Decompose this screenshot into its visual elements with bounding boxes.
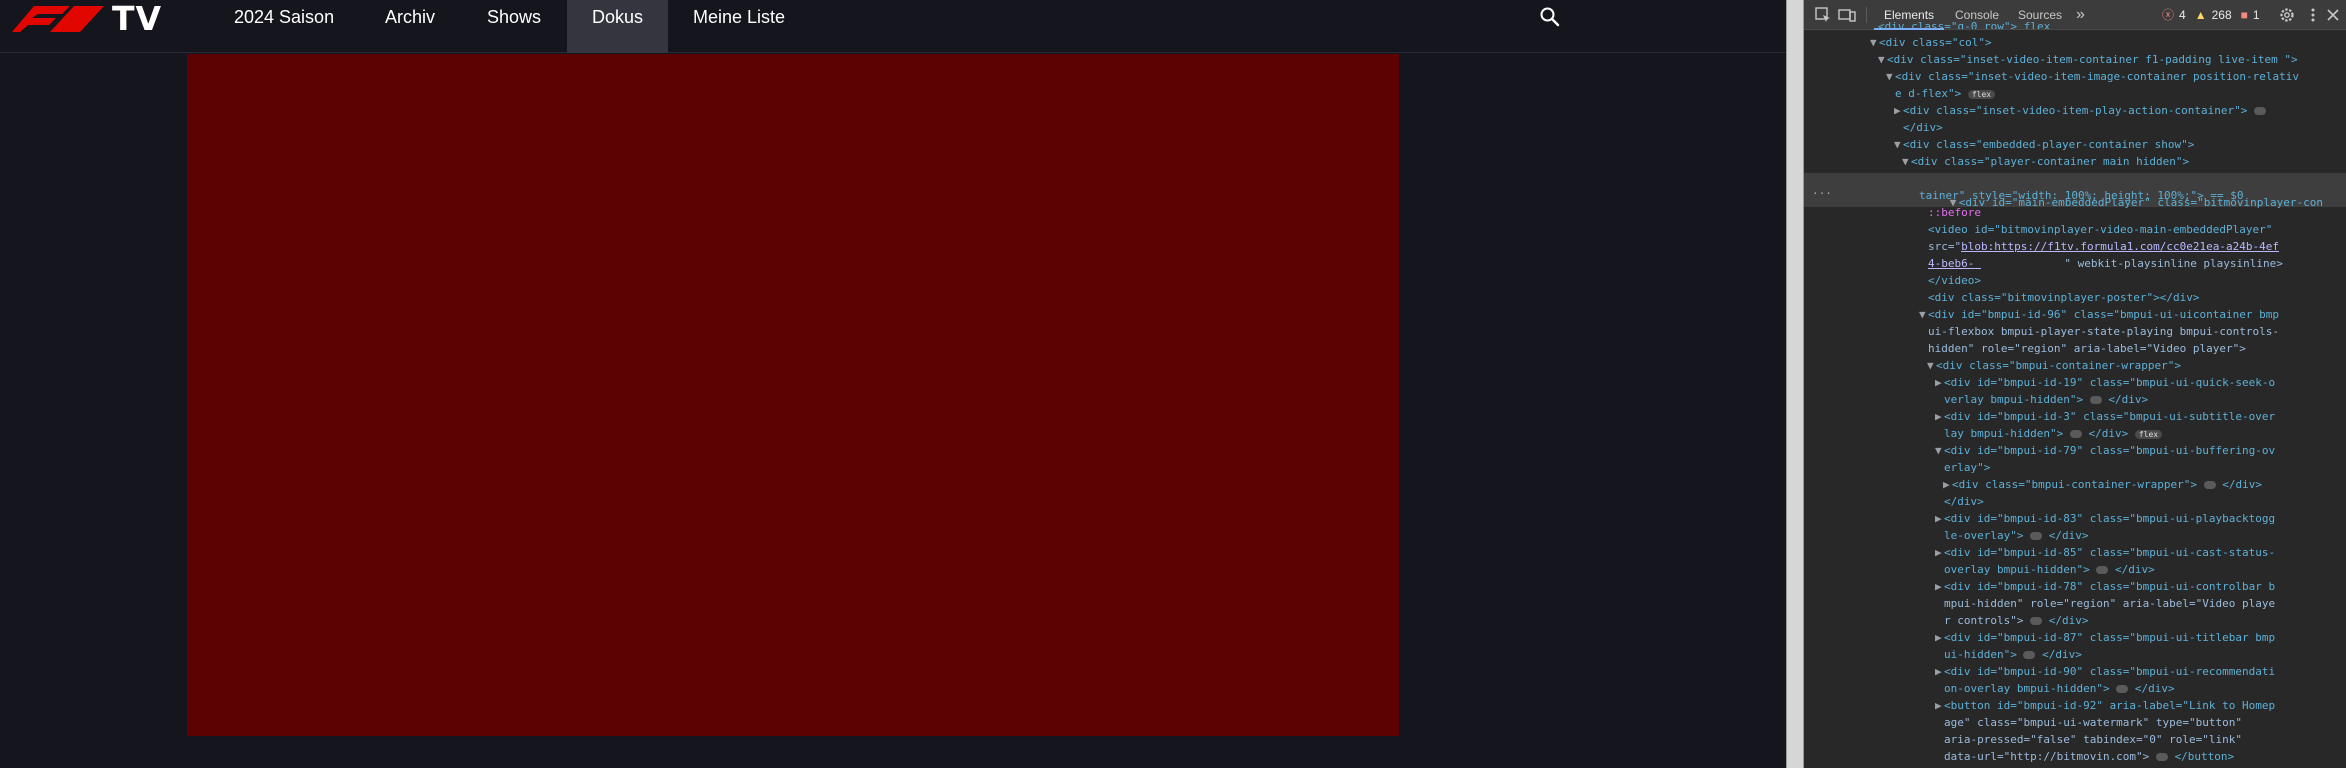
f1tv-logo[interactable]: TV xyxy=(12,0,163,38)
dom-line[interactable]: lay bmpui-hidden"> </div> flex xyxy=(1804,428,2346,440)
dom-line[interactable]: e d-flex"> flex xyxy=(1804,88,2346,100)
nav-2024-saison[interactable]: 2024 Saison xyxy=(209,0,359,53)
dom-line[interactable]: src="blob:https://f1tv.formula1.com/cc0e… xyxy=(1804,241,2346,253)
dom-line[interactable]: ui-hidden"> </div> xyxy=(1804,649,2346,661)
video-src-link[interactable]: blob:https://f1tv.formula1.com/cc0e21ea-… xyxy=(1961,240,2279,253)
flex-badge[interactable]: flex xyxy=(2134,429,2163,439)
dom-line[interactable]: ▶ <div class="bmpui-container-wrapper"> <… xyxy=(1804,479,2346,491)
dom-line[interactable]: </div> xyxy=(1804,496,2346,508)
dom-line[interactable]: <video id="bitmovinplayer-video-main-emb… xyxy=(1804,224,2346,236)
dom-line[interactable]: 4-beb6- " webkit-playsinline playsinline… xyxy=(1804,258,2346,270)
top-navigation: TV 2024 Saison Archiv Shows Dokus Meine … xyxy=(0,0,1786,53)
dom-line[interactable]: ▼ <div id="bmpui-id-79" class="bmpui-ui-b… xyxy=(1804,445,2346,457)
dom-line[interactable]: ▶ <div id="bmpui-id-3" class="bmpui-ui-su… xyxy=(1804,411,2346,423)
dom-line[interactable]: mpui-hidden" role="region" aria-label="V… xyxy=(1804,598,2346,610)
nav-archiv[interactable]: Archiv xyxy=(360,0,460,53)
f1-logo-icon xyxy=(12,6,104,32)
dom-line[interactable]: <div class="g-0 row"> flex xyxy=(1804,21,2346,29)
collapsed-dots[interactable] xyxy=(2023,651,2036,659)
dom-line[interactable]: </div> xyxy=(1804,122,2346,134)
dom-line[interactable]: ▶ <div id="bmpui-id-78" class="bmpui-ui-c… xyxy=(1804,581,2346,593)
video-player[interactable] xyxy=(187,54,1399,736)
dom-line[interactable]: r controls"> </div> xyxy=(1804,615,2346,627)
collapsed-dots[interactable] xyxy=(2096,566,2109,574)
devtools-panel: Elements Console Sources » ⓧ 4 ▲ 268 ■ 1… xyxy=(1804,0,2346,768)
collapsed-dots[interactable] xyxy=(2030,617,2043,625)
nav-dokus[interactable]: Dokus xyxy=(567,0,669,53)
dom-line[interactable]: ▶ <div id="bmpui-id-90" class="bmpui-ui-r… xyxy=(1804,666,2346,678)
nav-meine-liste[interactable]: Meine Liste xyxy=(668,0,810,53)
dom-line[interactable]: ▶ <div id="bmpui-id-85" class="bmpui-ui-c… xyxy=(1804,547,2346,559)
logo-tv-text: TV xyxy=(112,0,163,38)
dom-line[interactable]: ▼ <div class="bmpui-container-wrapper"> xyxy=(1804,360,2346,372)
dom-line[interactable]: hidden" role="region" aria-label="Video … xyxy=(1804,343,2346,355)
collapsed-dots[interactable] xyxy=(2089,396,2102,404)
dom-line[interactable]: data-url="http://bitmovin.com"> </button… xyxy=(1804,751,2346,763)
devtools-resize-handle[interactable] xyxy=(1786,0,1804,768)
dom-line[interactable]: tainer" style="width: 100%; height: 100%… xyxy=(1804,190,2346,202)
dom-line[interactable]: ▼ <div class="inset-video-item-image-cont… xyxy=(1804,71,2346,83)
dom-line[interactable]: ▶ <div class="inset-video-item-play-actio… xyxy=(1804,105,2346,117)
dom-line[interactable]: <div class="bitmovinplayer-poster"></div… xyxy=(1804,292,2346,304)
collapsed-dots[interactable] xyxy=(2116,685,2129,693)
search-icon[interactable] xyxy=(1538,5,1562,29)
dom-line[interactable]: ▼ <div id="bmpui-id-96" class="bmpui-ui-u… xyxy=(1804,309,2346,321)
f1tv-page: TV 2024 Saison Archiv Shows Dokus Meine … xyxy=(0,0,1786,768)
dom-line[interactable]: ui-flexbox bmpui-player-state-playing bm… xyxy=(1804,326,2346,338)
dom-line[interactable]: ▼ <div class="inset-video-item-container … xyxy=(1804,54,2346,66)
dom-line[interactable]: overlay bmpui-hidden"> </div> xyxy=(1804,564,2346,576)
dom-line[interactable]: ::before xyxy=(1804,207,2346,219)
flex-badge[interactable]: flex xyxy=(1967,89,1996,99)
dom-line[interactable]: ▶ <div id="bmpui-id-83" class="bmpui-ui-p… xyxy=(1804,513,2346,525)
collapsed-dots[interactable] xyxy=(2203,481,2216,489)
dom-line[interactable]: ▼ <div class="col"> xyxy=(1804,37,2346,49)
collapsed-dots[interactable] xyxy=(2155,753,2168,761)
dom-line[interactable]: ▶ <button id="bmpui-id-92" aria-label="Li… xyxy=(1804,700,2346,712)
dom-line[interactable]: le-overlay"> </div> xyxy=(1804,530,2346,542)
dom-line[interactable]: ▶ <div id="bmpui-id-19" class="bmpui-ui-q… xyxy=(1804,377,2346,389)
collapsed-dots[interactable] xyxy=(2030,532,2043,540)
collapsed-dots[interactable] xyxy=(2069,430,2082,438)
collapsed-dots[interactable] xyxy=(2254,107,2266,115)
dom-line[interactable]: aria-pressed="false" tabindex="0" role="… xyxy=(1804,734,2346,746)
dom-line[interactable]: on-overlay bmpui-hidden"> </div> xyxy=(1804,683,2346,695)
dom-line[interactable]: verlay bmpui-hidden"> </div> xyxy=(1804,394,2346,406)
dom-line[interactable]: ▼ <div class="player-container main hidde… xyxy=(1804,156,2346,168)
dom-line[interactable]: </video> xyxy=(1804,275,2346,287)
dom-line[interactable]: ▶ <div id="bmpui-id-87" class="bmpui-ui-t… xyxy=(1804,632,2346,644)
video-src-link-cont[interactable]: 4-beb6- xyxy=(1928,257,1974,270)
nav-shows[interactable]: Shows xyxy=(462,0,566,53)
dom-line[interactable]: erlay"> xyxy=(1804,462,2346,474)
dom-line[interactable]: ▼ <div class="embedded-player-container s… xyxy=(1804,139,2346,151)
dom-line[interactable]: age" class="bmpui-ui-watermark" type="bu… xyxy=(1804,717,2346,729)
